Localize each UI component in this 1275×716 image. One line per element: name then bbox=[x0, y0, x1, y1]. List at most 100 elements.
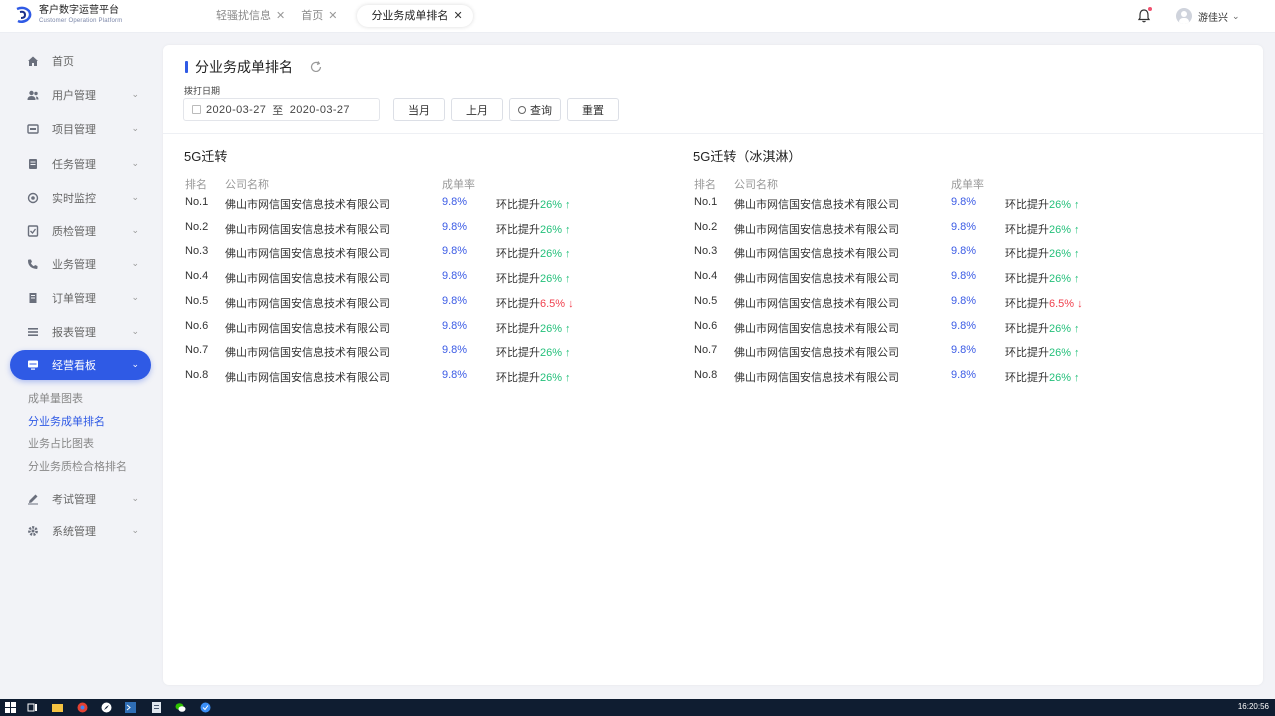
trend-value: 26% bbox=[1049, 322, 1072, 335]
trend-value: 26% bbox=[540, 371, 563, 384]
this-month-button[interactable]: 当月 bbox=[393, 98, 445, 121]
trend-prefix: 环比提升 bbox=[496, 371, 540, 384]
trend-prefix: 环比提升 bbox=[1005, 273, 1049, 286]
trend-prefix: 环比提升 bbox=[496, 273, 540, 286]
company-cell: 佛山市网信国安信息技术有限公司 bbox=[734, 322, 899, 335]
notepad-icon[interactable] bbox=[151, 702, 162, 713]
sidebar-item-business[interactable]: 业务管理 ⌄ bbox=[10, 249, 151, 279]
app-icon[interactable] bbox=[200, 702, 211, 713]
rate-cell: 9.8% bbox=[951, 270, 977, 283]
sidebar-item-label: 实时监控 bbox=[52, 193, 96, 205]
sidebar-item-project[interactable]: 项目管理 ⌄ bbox=[10, 114, 151, 144]
tab-label: 轻骚扰信息 bbox=[216, 10, 271, 22]
sidebar-item-order[interactable]: 订单管理 ⌄ bbox=[10, 283, 151, 313]
trend-cell: 环比提升6.5% ↓ bbox=[1005, 295, 1083, 311]
chevron-down-icon: ⌄ bbox=[131, 493, 139, 503]
tab-ranking[interactable]: 分业务成单排名 ✕ bbox=[357, 5, 473, 27]
sidebar-item-label: 质检管理 bbox=[52, 226, 96, 238]
rate-cell: 9.8% bbox=[442, 245, 468, 258]
company-cell: 佛山市网信国安信息技术有限公司 bbox=[734, 199, 899, 211]
button-label: 上月 bbox=[466, 104, 488, 117]
chrome-icon[interactable] bbox=[77, 702, 88, 713]
sidebar-subitem-order-chart[interactable]: 成单量图表 bbox=[28, 390, 83, 406]
table-row: No.2 佛山市网信国安信息技术有限公司 9.8% 环比提升26% ↑ bbox=[693, 221, 1113, 239]
trend-arrow-icon: ↑ bbox=[1074, 371, 1080, 384]
trend-value: 26% bbox=[540, 199, 563, 211]
sidebar-item-task[interactable]: 任务管理 ⌄ bbox=[10, 149, 151, 179]
trend-prefix: 环比提升 bbox=[1005, 347, 1049, 360]
button-label: 查询 bbox=[530, 104, 552, 117]
tab-home[interactable]: 首页 ✕ bbox=[293, 5, 345, 27]
panel-title: 5G迁转（冰淇淋） bbox=[693, 149, 802, 164]
page-tabs: 轻骚扰信息 ✕ 首页 ✕ 分业务成单排名 ✕ bbox=[208, 5, 473, 27]
sidebar-item-report[interactable]: 报表管理 ⌄ bbox=[10, 317, 151, 347]
column-header-rate: 成单率 bbox=[951, 179, 984, 191]
powershell-icon[interactable] bbox=[125, 702, 136, 713]
file-explorer-icon[interactable] bbox=[52, 702, 63, 713]
os-taskbar: 16:20:56 bbox=[0, 699, 1275, 716]
company-cell: 佛山市网信国安信息技术有限公司 bbox=[225, 273, 390, 286]
trend-cell: 环比提升26% ↑ bbox=[496, 320, 571, 336]
notification-dot bbox=[1148, 7, 1152, 11]
user-name: 游佳兴 bbox=[1198, 12, 1228, 24]
table-row: No.4 佛山市网信国安信息技术有限公司 9.8% 环比提升26% ↑ bbox=[693, 270, 1113, 288]
compass-icon[interactable] bbox=[101, 702, 112, 713]
sidebar-subitem-share-chart[interactable]: 业务占比图表 bbox=[28, 435, 94, 451]
last-month-button[interactable]: 上月 bbox=[451, 98, 503, 121]
task-view-icon[interactable] bbox=[27, 702, 38, 713]
sidebar-item-home[interactable]: 首页 bbox=[10, 46, 151, 76]
rank-cell: No.8 bbox=[185, 368, 209, 381]
refresh-icon[interactable] bbox=[309, 60, 323, 74]
date-range-picker[interactable]: 2020-03-27 至 2020-03-27 bbox=[183, 98, 380, 121]
chevron-down-icon: ⌄ bbox=[131, 359, 139, 369]
rank-cell: No.7 bbox=[185, 344, 209, 357]
task-icon bbox=[26, 157, 40, 171]
windows-start-icon[interactable] bbox=[5, 702, 16, 713]
tab-harassment[interactable]: 轻骚扰信息 ✕ bbox=[208, 5, 293, 27]
rate-cell: 9.8% bbox=[951, 368, 977, 381]
sidebar-item-dashboard[interactable]: 经营看板 ⌄ bbox=[10, 350, 151, 380]
rate-cell: 9.8% bbox=[442, 220, 468, 233]
trend-value: 26% bbox=[1049, 347, 1072, 360]
app-logo[interactable]: 客户数字运营平台 Customer Operation Platform bbox=[14, 5, 122, 25]
company-cell: 佛山市网信国安信息技术有限公司 bbox=[225, 199, 390, 211]
rate-cell: 9.8% bbox=[442, 319, 468, 332]
trend-cell: 环比提升26% ↑ bbox=[1005, 369, 1080, 385]
close-icon[interactable]: ✕ bbox=[328, 5, 337, 27]
table-row: No.8 佛山市网信国安信息技术有限公司 9.8% 环比提升26% ↑ bbox=[693, 369, 1113, 387]
trend-cell: 环比提升6.5% ↓ bbox=[496, 295, 574, 311]
table-row: No.4 佛山市网信国安信息技术有限公司 9.8% 环比提升26% ↑ bbox=[184, 270, 604, 288]
panel-title: 5G迁转 bbox=[184, 149, 228, 164]
query-button[interactable]: 查询 bbox=[509, 98, 561, 121]
date-end[interactable]: 2020-03-27 bbox=[290, 104, 350, 116]
chevron-down-icon: ⌄ bbox=[131, 123, 139, 133]
sidebar-item-quality[interactable]: 质检管理 ⌄ bbox=[10, 216, 151, 246]
sidebar-item-label: 业务管理 bbox=[52, 259, 96, 271]
close-icon[interactable]: ✕ bbox=[276, 5, 285, 27]
trend-cell: 环比提升26% ↑ bbox=[496, 270, 571, 286]
home-icon bbox=[26, 54, 40, 68]
rate-cell: 9.8% bbox=[442, 368, 468, 381]
rank-cell: No.4 bbox=[694, 270, 718, 283]
sidebar-item-users[interactable]: 用户管理 ⌄ bbox=[10, 80, 151, 110]
column-header-rank: 排名 bbox=[185, 179, 207, 191]
user-menu[interactable]: 游佳兴 ⌄ bbox=[1176, 8, 1240, 24]
table-row: No.5 佛山市网信国安信息技术有限公司 9.8% 环比提升6.5% ↓ bbox=[184, 295, 604, 313]
company-cell: 佛山市网信国安信息技术有限公司 bbox=[734, 371, 899, 384]
sidebar-subitem-ranking[interactable]: 分业务成单排名 bbox=[28, 413, 105, 429]
sidebar-item-exam[interactable]: 考试管理 ⌄ bbox=[10, 484, 151, 514]
chevron-down-icon: ⌄ bbox=[131, 258, 139, 268]
trend-cell: 环比提升26% ↑ bbox=[1005, 221, 1080, 237]
sidebar-item-monitor[interactable]: 实时监控 ⌄ bbox=[10, 183, 151, 213]
rank-cell: No.3 bbox=[694, 245, 718, 258]
wechat-icon[interactable] bbox=[175, 702, 186, 713]
sidebar-subitem-quality-ranking[interactable]: 分业务质检合格排名 bbox=[28, 458, 127, 474]
trend-prefix: 环比提升 bbox=[496, 223, 540, 236]
company-cell: 佛山市网信国安信息技术有限公司 bbox=[734, 273, 899, 286]
date-start[interactable]: 2020-03-27 bbox=[206, 104, 266, 116]
reset-button[interactable]: 重置 bbox=[567, 98, 619, 121]
column-header-company: 公司名称 bbox=[225, 179, 269, 191]
sidebar-item-system[interactable]: 系统管理 ⌄ bbox=[10, 516, 151, 546]
button-label: 重置 bbox=[582, 104, 604, 117]
close-icon[interactable]: ✕ bbox=[453, 5, 462, 27]
